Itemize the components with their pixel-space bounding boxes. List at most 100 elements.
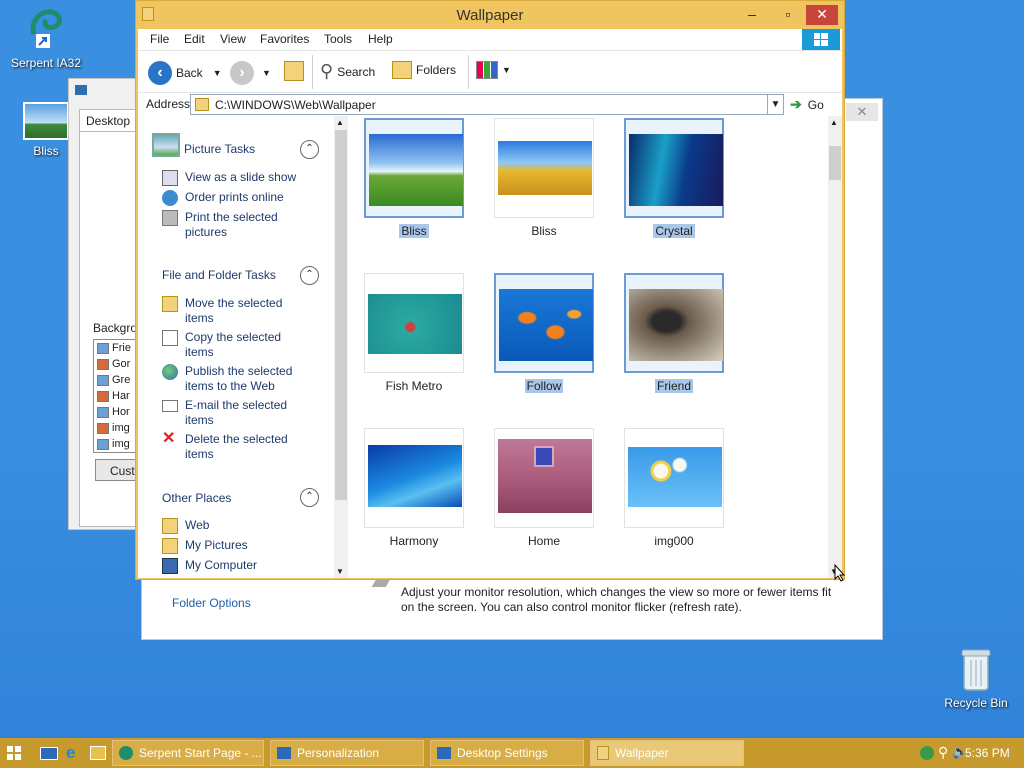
task-publish[interactable]: Publish the selected items to the Web: [162, 364, 312, 394]
task-slideshow[interactable]: View as a slide show: [162, 170, 312, 186]
scroll-up-icon[interactable]: ▲: [336, 118, 344, 127]
recycle-bin-icon: [960, 646, 992, 692]
collapse-up-icon[interactable]: ⌃: [300, 266, 319, 285]
go-arrow-icon: ➔: [790, 96, 802, 112]
file-view-scrollbar[interactable]: ▲ ▼: [828, 116, 842, 578]
task-copy[interactable]: Copy the selected items: [162, 330, 312, 360]
folder-icon: [162, 518, 178, 534]
explorer-window: Wallpaper – ▫ ✕ File Edit View Favorites…: [135, 0, 845, 580]
explorer-content: Picture Tasks ⌃ View as a slide show Ord…: [138, 116, 842, 578]
menu-edit[interactable]: Edit: [184, 32, 205, 46]
file-item[interactable]: Bliss: [364, 118, 464, 238]
chevron-down-icon: ▼: [212, 68, 222, 78]
maximize-button[interactable]: ▫: [772, 5, 804, 25]
task-print[interactable]: Print the selected pictures: [162, 210, 312, 240]
task-label: Order prints online: [185, 190, 284, 204]
scroll-thumb[interactable]: [335, 130, 347, 500]
place-my-computer[interactable]: My Computer: [162, 558, 312, 574]
back-button[interactable]: ‹ Back ▼: [148, 61, 222, 85]
ie-icon[interactable]: e: [66, 744, 84, 762]
thumbnail-image: [368, 445, 462, 507]
show-desktop-icon[interactable]: [40, 747, 58, 760]
background-list-label: img: [112, 438, 130, 450]
task-desktop-settings[interactable]: Desktop Settings: [430, 740, 584, 766]
place-web[interactable]: Web: [162, 518, 312, 534]
menu-help[interactable]: Help: [368, 32, 393, 46]
email-icon: [162, 400, 178, 412]
background-list-label: img: [112, 422, 130, 434]
background-list-label: Har: [112, 390, 130, 402]
thumbnail-image: [628, 447, 722, 507]
minimize-button[interactable]: –: [736, 5, 768, 25]
desktop-icon-serpent[interactable]: Serpent IA32: [8, 4, 84, 70]
task-move[interactable]: Move the selected items: [162, 296, 312, 326]
desktop-icon-recycle-bin[interactable]: Recycle Bin: [938, 646, 1014, 710]
up-folder-button[interactable]: [284, 61, 304, 81]
desktop-icon-label: Serpent IA32: [10, 56, 82, 70]
task-delete[interactable]: ✕ Delete the selected items: [162, 430, 312, 462]
taskbar: e Serpent Start Page - ... Personalizati…: [0, 738, 1024, 768]
task-label: Print the selected pictures: [185, 210, 278, 239]
search-button[interactable]: ⚲ Search: [320, 61, 375, 82]
search-tray-icon[interactable]: ⚲: [938, 744, 948, 761]
display-icon: [437, 747, 451, 759]
thumbnail-image: [498, 439, 592, 513]
task-wallpaper[interactable]: Wallpaper: [590, 740, 744, 766]
folder-icon: [195, 98, 209, 111]
tab-label: Desktop: [86, 114, 131, 128]
file-item[interactable]: Fish Metro: [364, 273, 464, 393]
scroll-down-icon[interactable]: ▼: [336, 567, 344, 576]
close-button[interactable]: ✕: [806, 5, 838, 25]
file-item[interactable]: Friend: [624, 273, 724, 393]
go-button[interactable]: ➔ Go: [790, 96, 824, 113]
file-item[interactable]: Home: [494, 428, 594, 548]
file-name: Harmony: [389, 534, 439, 548]
file-item[interactable]: Harmony: [364, 428, 464, 548]
task-email[interactable]: E-mail the selected items: [162, 398, 312, 428]
task-label: Personalization: [297, 746, 380, 760]
close-icon[interactable]: ✕: [846, 103, 878, 121]
menu-favorites[interactable]: Favorites: [260, 32, 309, 46]
folders-label: Folders: [416, 63, 457, 77]
place-label: Web: [185, 518, 210, 532]
file-name: Friend: [654, 379, 693, 393]
task-pane-scrollbar[interactable]: ▲ ▼: [334, 116, 348, 578]
menu-tools[interactable]: Tools: [324, 32, 352, 46]
task-personalization[interactable]: Personalization: [270, 740, 424, 766]
search-icon: ⚲: [320, 61, 334, 81]
menu-view[interactable]: View: [220, 32, 246, 46]
task-serpent-start[interactable]: Serpent Start Page - ...: [112, 740, 264, 766]
collapse-up-icon[interactable]: ⌃: [300, 488, 319, 507]
outlook-icon[interactable]: [90, 746, 106, 760]
folder-options-link[interactable]: Folder Options: [172, 596, 251, 610]
thumbnail-image: [498, 141, 592, 195]
folders-button[interactable]: Folders: [392, 61, 456, 79]
file-item[interactable]: Crystal: [624, 118, 724, 238]
delete-icon: ✕: [162, 430, 176, 447]
windows-logo-icon: [802, 29, 840, 50]
task-label: E-mail the selected items: [185, 398, 288, 427]
views-button[interactable]: ▼: [476, 61, 511, 79]
clock[interactable]: 5:36 PM: [965, 746, 1010, 760]
start-button[interactable]: [6, 745, 22, 761]
place-my-pictures[interactable]: My Pictures: [162, 538, 312, 554]
desktop-icon-label: Recycle Bin: [944, 696, 1008, 710]
menu-file[interactable]: File: [150, 32, 169, 46]
security-tray-icon[interactable]: [920, 746, 934, 760]
file-item[interactable]: Follow: [494, 273, 594, 393]
address-input[interactable]: C:\WINDOWS\Web\Wallpaper ▼: [190, 94, 784, 115]
title-bar[interactable]: Wallpaper – ▫ ✕: [136, 1, 844, 29]
back-arrow-icon: ‹: [148, 61, 172, 85]
task-order-prints[interactable]: Order prints online: [162, 190, 312, 206]
scroll-up-icon[interactable]: ▲: [830, 118, 838, 127]
copy-icon: [162, 330, 178, 346]
file-item[interactable]: img000: [624, 428, 724, 548]
address-value: C:\WINDOWS\Web\Wallpaper: [215, 98, 376, 112]
chevron-down-icon[interactable]: ▼: [767, 95, 783, 114]
task-label: Move the selected items: [185, 296, 283, 325]
scroll-thumb[interactable]: [829, 146, 841, 180]
forward-button[interactable]: › ▼: [230, 61, 271, 85]
file-item[interactable]: Bliss: [494, 118, 594, 238]
toolbar: ‹ Back ▼ › ▼ ⚲ Search Folders ▼: [138, 50, 842, 92]
collapse-up-icon[interactable]: ⌃: [300, 140, 319, 159]
